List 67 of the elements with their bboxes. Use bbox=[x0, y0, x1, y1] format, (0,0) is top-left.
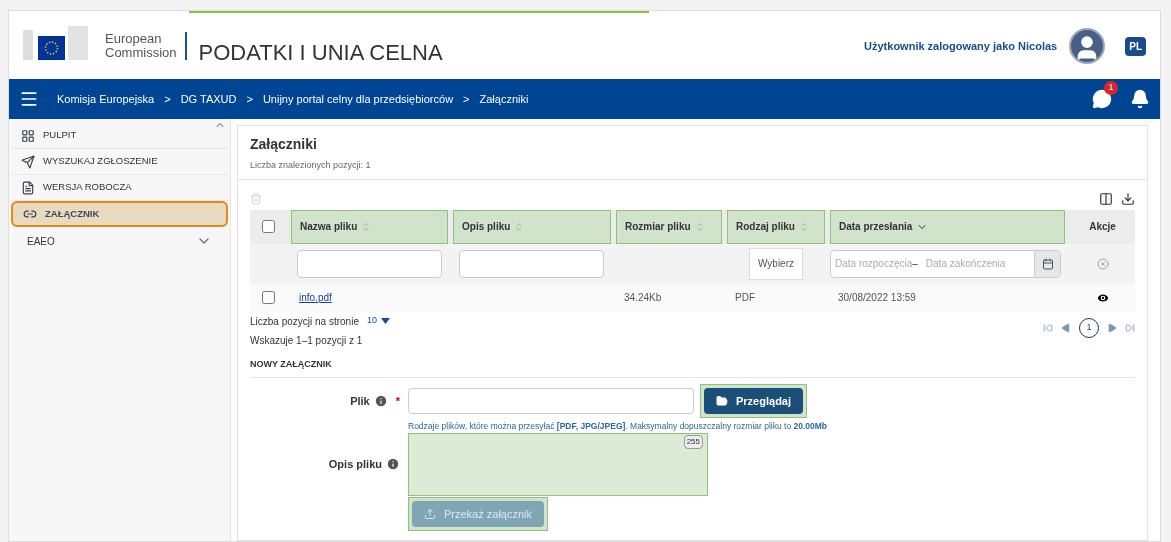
site-title: PODATKI I UNIA CELNA bbox=[198, 38, 443, 67]
previous-page-icon[interactable] bbox=[1061, 322, 1071, 333]
field-label: Opis pliku bbox=[328, 457, 382, 472]
column-header[interactable]: Rodzaj pliku bbox=[727, 209, 825, 244]
column-header[interactable]: Rozmiar pliku bbox=[616, 209, 722, 244]
logo-text: Commission bbox=[105, 46, 177, 60]
breadcrumb-link[interactable]: Komisja Europejska bbox=[57, 90, 155, 108]
page-size-select[interactable]: 10 bbox=[366, 314, 390, 328]
send-icon bbox=[21, 154, 35, 169]
filter-field[interactable] bbox=[297, 249, 442, 278]
columns-icon[interactable] bbox=[1099, 191, 1113, 206]
table-cell-text: PDF bbox=[734, 291, 756, 305]
clear-filter-icon[interactable] bbox=[1096, 257, 1109, 270]
description-field[interactable]: 255 bbox=[408, 432, 708, 496]
sidebar-item[interactable]: WYSZUKAJ ZGŁOSZENIE bbox=[11, 149, 228, 175]
dropdown-triangle-icon bbox=[380, 318, 390, 324]
file-field[interactable] bbox=[408, 388, 694, 414]
sidebar-item[interactable]: EAEO bbox=[9, 227, 230, 255]
info-icon[interactable] bbox=[373, 394, 388, 408]
select-all-checkbox[interactable] bbox=[261, 220, 275, 233]
page-title: Załączniki bbox=[250, 135, 318, 154]
link-icon bbox=[23, 207, 37, 221]
file-link[interactable]: info.pdf bbox=[291, 290, 448, 305]
file-hint: Rodzaje plików, które można przesyłać [PDF, JPG/JPEG]. Maksymalny dopuszczalny rozmiar pliku to 20.00Mb bbox=[408, 420, 829, 433]
user-label: Użytkownik zalogowany jako Nicolas bbox=[864, 38, 1058, 54]
table-cell-text: 34.24Kb bbox=[623, 291, 663, 305]
last-page-icon[interactable] bbox=[1125, 322, 1135, 333]
sidebar-item[interactable]: ZAŁĄCZNIK bbox=[11, 201, 228, 227]
download-icon[interactable] bbox=[1121, 191, 1135, 206]
section-title: NOWY ZAŁĄCZNIK bbox=[250, 357, 1135, 378]
notification-badge: 1 bbox=[1104, 81, 1118, 95]
row-checkbox[interactable] bbox=[261, 291, 275, 304]
breadcrumb-separator: > bbox=[463, 91, 470, 107]
chat-icon[interactable] bbox=[1092, 89, 1112, 109]
breadcrumb-link[interactable]: DG TAXUD bbox=[180, 90, 237, 108]
document-icon bbox=[21, 180, 35, 195]
required-mark: * bbox=[395, 393, 400, 409]
breadcrumb-link[interactable]: Załączniki bbox=[479, 90, 529, 108]
page-size-label: Liczba pozycji na stronie bbox=[250, 314, 359, 329]
type-select[interactable]: Wybierz bbox=[749, 247, 803, 280]
date-range-field[interactable]: Data rozpoczęcia– Data zakończenia bbox=[830, 249, 1061, 278]
field-label: Plik bbox=[350, 393, 370, 409]
first-page-icon[interactable] bbox=[1043, 322, 1053, 333]
sidebar-item[interactable]: PULPIT bbox=[11, 123, 228, 149]
next-page-icon[interactable] bbox=[1107, 322, 1117, 333]
upload-icon bbox=[424, 507, 436, 520]
calendar-icon[interactable] bbox=[1041, 257, 1054, 270]
menu-icon[interactable] bbox=[19, 89, 39, 109]
breadcrumb-separator: > bbox=[246, 91, 253, 107]
avatar[interactable] bbox=[1069, 28, 1106, 64]
breadcrumb-separator: > bbox=[164, 91, 171, 107]
browse-button[interactable]: Przeglądaj bbox=[704, 388, 804, 414]
column-header[interactable]: Data przesłania bbox=[830, 209, 1065, 244]
logo-text: European bbox=[105, 32, 163, 46]
folder-icon bbox=[716, 395, 728, 407]
column-header[interactable]: Nazwa pliku bbox=[291, 209, 448, 244]
column-header[interactable]: Opis pliku bbox=[453, 209, 611, 244]
language-button[interactable]: PL bbox=[1125, 36, 1146, 56]
bell-icon[interactable] bbox=[1130, 89, 1150, 109]
filter-field[interactable] bbox=[459, 249, 604, 278]
dashboard-icon bbox=[21, 128, 35, 143]
range-text: Wskazuje 1–1 pozycji z 1 bbox=[250, 333, 364, 348]
info-icon[interactable] bbox=[386, 457, 400, 472]
result-count: Liczba znalezionych pozycji: 1 bbox=[250, 159, 372, 172]
table-cell-text: 30/08/2022 13:59 bbox=[837, 291, 917, 305]
character-counter: 255 bbox=[683, 434, 703, 449]
breadcrumb-link[interactable]: Unijny portal celny dla przedsiębiorców bbox=[262, 90, 454, 108]
